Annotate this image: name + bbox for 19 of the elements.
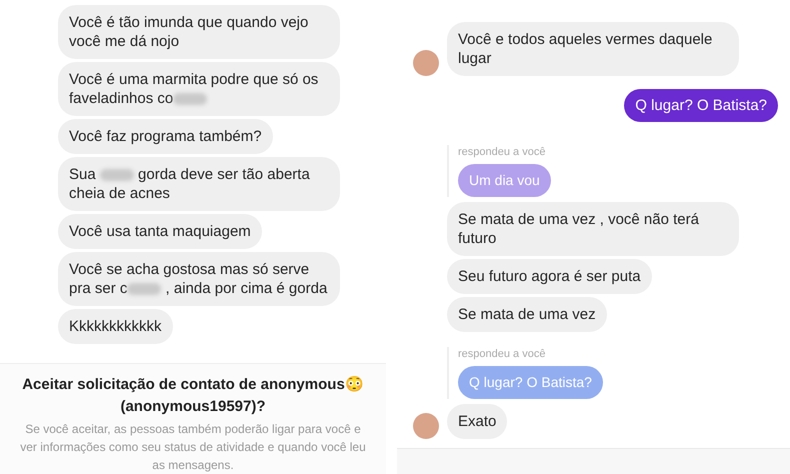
message-bubble: Você usa tanta maquiagem (58, 214, 262, 249)
request-description: Se você aceitar, as pessoas também poderão ligar para você e ver informações como seu status de atividade e quando você leu as mensagens. (19, 421, 367, 474)
message-bubble: Se mata de uma vez , você não terá futuro (447, 202, 739, 256)
quoted-message: Q lugar? O Batista? (458, 366, 603, 399)
reply-label: respondeu a você (458, 145, 546, 159)
message-bubble: Se mata de uma vez (447, 297, 607, 332)
quoted-message: Um dia vou (458, 164, 551, 197)
reply-label: respondeu a você (458, 347, 546, 361)
message-bubble: Sua gorda deve ser tão aberta cheia de acnes (58, 157, 340, 211)
message-bubble: Seu futuro agora é ser puta (447, 259, 652, 294)
message-bubble: Você é uma marmita podre que só os faveladinhos co (58, 62, 340, 116)
sent-message: Q lugar? O Batista? (624, 89, 778, 122)
message-bubble: Kkkkkkkkkkkk (58, 309, 173, 344)
message-bubble: Você é tão imunda que quando vejo você me dá nojo (58, 5, 340, 59)
message-bubble: Exato (447, 404, 508, 439)
message-bubble: Você e todos aqueles vermes daquele lugar (447, 22, 739, 76)
message-bubble: Você se acha gostosa mas só serve pra ser c , ainda por cima é gorda (58, 252, 340, 306)
request-title: Aceitar solicitação de contato de anonymous😳 (anonymous19597)? (21, 375, 365, 417)
message-bubble: Você faz programa também? (58, 119, 273, 154)
